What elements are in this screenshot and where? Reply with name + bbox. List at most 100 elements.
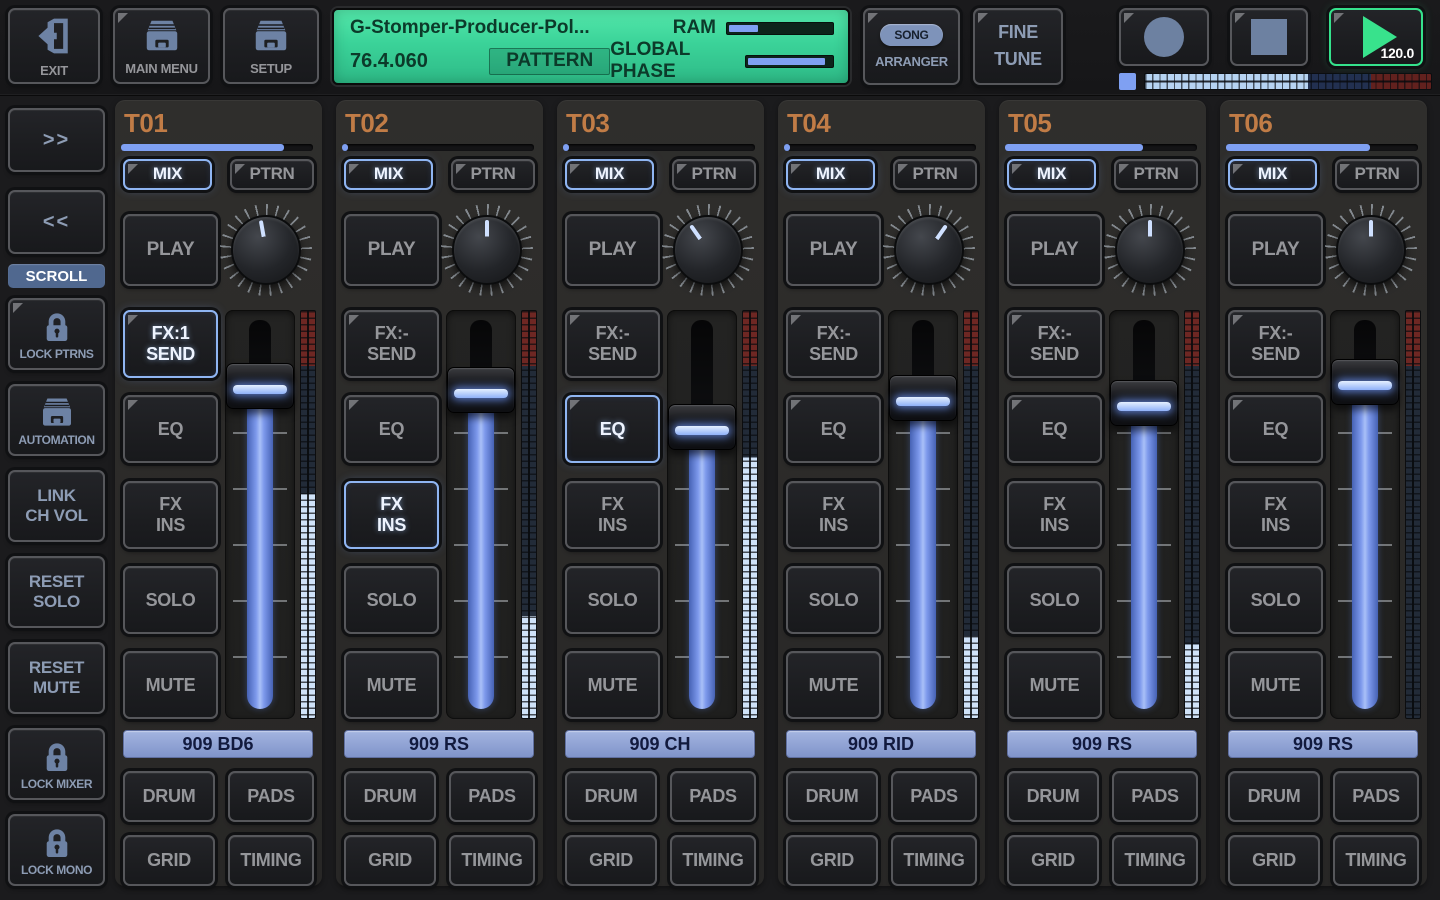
fader-cap[interactable] — [447, 367, 515, 413]
volume-fader[interactable] — [667, 310, 737, 719]
drum-button[interactable]: DRUM — [123, 771, 215, 822]
fx-send-button[interactable]: FX:-SEND — [786, 310, 881, 378]
fx-send-button[interactable]: FX:-SEND — [1007, 310, 1102, 378]
pan-knob[interactable] — [883, 204, 975, 296]
fader-cap[interactable] — [226, 363, 294, 409]
grid-button[interactable]: GRID — [1228, 835, 1320, 886]
eq-button[interactable]: EQ — [344, 395, 439, 463]
record-button[interactable] — [1119, 8, 1209, 66]
mix-tab-button[interactable]: MIX — [344, 159, 433, 190]
pan-knob[interactable] — [441, 204, 533, 296]
reset-solo-button[interactable]: RESET SOLO — [8, 556, 105, 628]
fader-cap[interactable] — [889, 375, 957, 421]
solo-button[interactable]: SOLO — [344, 566, 439, 634]
fx-insert-button[interactable]: FXINS — [1007, 481, 1102, 549]
drum-button[interactable]: DRUM — [344, 771, 436, 822]
fine-tune-button[interactable]: FINE TUNE — [973, 8, 1063, 85]
timing-button[interactable]: TIMING — [670, 835, 756, 886]
ptrn-tab-button[interactable]: PTRN — [672, 159, 756, 190]
main-menu-button[interactable]: MAIN MENU — [113, 8, 210, 84]
drum-button[interactable]: DRUM — [565, 771, 657, 822]
sound-name-display[interactable]: 909 RS — [344, 730, 534, 758]
fx-insert-button[interactable]: FXINS — [123, 481, 218, 549]
sound-name-display[interactable]: 909 RID — [786, 730, 976, 758]
pan-knob[interactable] — [1104, 204, 1196, 296]
setup-button[interactable]: SETUP — [223, 8, 319, 84]
fx-insert-button[interactable]: FXINS — [786, 481, 881, 549]
solo-button[interactable]: SOLO — [786, 566, 881, 634]
timing-button[interactable]: TIMING — [449, 835, 535, 886]
fx-send-button[interactable]: FX:-SEND — [1228, 310, 1323, 378]
timing-button[interactable]: TIMING — [891, 835, 977, 886]
track-play-button[interactable]: PLAY — [565, 214, 660, 286]
mute-button[interactable]: MUTE — [565, 651, 660, 719]
mute-button[interactable]: MUTE — [786, 651, 881, 719]
mix-tab-button[interactable]: MIX — [1007, 159, 1096, 190]
solo-button[interactable]: SOLO — [1228, 566, 1323, 634]
sound-name-display[interactable]: 909 RS — [1228, 730, 1418, 758]
ptrn-tab-button[interactable]: PTRN — [230, 159, 314, 190]
link-channel-volume-button[interactable]: LINK CH VOL — [8, 470, 105, 542]
pan-knob[interactable] — [1325, 204, 1417, 296]
volume-fader[interactable] — [225, 310, 295, 719]
grid-button[interactable]: GRID — [1007, 835, 1099, 886]
sound-name-display[interactable]: 909 RS — [1007, 730, 1197, 758]
mix-tab-button[interactable]: MIX — [1228, 159, 1317, 190]
reset-mute-button[interactable]: RESET MUTE — [8, 642, 105, 714]
scroll-forward-button[interactable]: >> — [8, 108, 105, 172]
volume-fader[interactable] — [446, 310, 516, 719]
fx-insert-button[interactable]: FXINS — [565, 481, 660, 549]
track-play-button[interactable]: PLAY — [344, 214, 439, 286]
mix-tab-button[interactable]: MIX — [786, 159, 875, 190]
eq-button[interactable]: EQ — [1007, 395, 1102, 463]
mix-tab-button[interactable]: MIX — [123, 159, 212, 190]
mute-button[interactable]: MUTE — [344, 651, 439, 719]
scroll-back-button[interactable]: << — [8, 190, 105, 254]
lock-mixer-button[interactable]: LOCK MIXER — [8, 728, 105, 800]
pan-knob[interactable] — [220, 204, 312, 296]
eq-button[interactable]: EQ — [1228, 395, 1323, 463]
solo-button[interactable]: SOLO — [1007, 566, 1102, 634]
lock-patterns-button[interactable]: LOCK PTRNS — [8, 298, 105, 370]
pads-button[interactable]: PADS — [1333, 771, 1419, 822]
exit-button[interactable]: EXIT — [8, 8, 100, 84]
volume-fader[interactable] — [888, 310, 958, 719]
stop-button[interactable] — [1230, 8, 1308, 66]
solo-button[interactable]: SOLO — [565, 566, 660, 634]
timing-button[interactable]: TIMING — [1112, 835, 1198, 886]
ptrn-tab-button[interactable]: PTRN — [893, 159, 977, 190]
grid-button[interactable]: GRID — [565, 835, 657, 886]
pads-button[interactable]: PADS — [670, 771, 756, 822]
timing-button[interactable]: TIMING — [228, 835, 314, 886]
pads-button[interactable]: PADS — [228, 771, 314, 822]
drum-button[interactable]: DRUM — [1228, 771, 1320, 822]
pan-knob[interactable] — [662, 204, 754, 296]
mute-button[interactable]: MUTE — [123, 651, 218, 719]
mix-tab-button[interactable]: MIX — [565, 159, 654, 190]
sound-name-display[interactable]: 909 CH — [565, 730, 755, 758]
fader-cap[interactable] — [1331, 359, 1399, 405]
mute-button[interactable]: MUTE — [1007, 651, 1102, 719]
eq-button[interactable]: EQ — [786, 395, 881, 463]
fx-send-button[interactable]: FX:-SEND — [344, 310, 439, 378]
grid-button[interactable]: GRID — [123, 835, 215, 886]
pads-button[interactable]: PADS — [1112, 771, 1198, 822]
fx-insert-button[interactable]: FXINS — [344, 481, 439, 549]
ptrn-tab-button[interactable]: PTRN — [451, 159, 535, 190]
fader-cap[interactable] — [1110, 380, 1178, 426]
fx-send-button[interactable]: FX:1SEND — [123, 310, 218, 378]
pads-button[interactable]: PADS — [891, 771, 977, 822]
play-button[interactable]: 120.0 — [1329, 8, 1423, 66]
fx-send-button[interactable]: FX:-SEND — [565, 310, 660, 378]
pads-button[interactable]: PADS — [449, 771, 535, 822]
timing-button[interactable]: TIMING — [1333, 835, 1419, 886]
track-play-button[interactable]: PLAY — [123, 214, 218, 286]
drum-button[interactable]: DRUM — [1007, 771, 1099, 822]
sound-name-display[interactable]: 909 BD6 — [123, 730, 313, 758]
eq-button[interactable]: EQ — [565, 395, 660, 463]
grid-button[interactable]: GRID — [786, 835, 878, 886]
track-play-button[interactable]: PLAY — [786, 214, 881, 286]
fx-insert-button[interactable]: FXINS — [1228, 481, 1323, 549]
lock-mono-button[interactable]: LOCK MONO — [8, 814, 105, 886]
ptrn-tab-button[interactable]: PTRN — [1114, 159, 1198, 190]
